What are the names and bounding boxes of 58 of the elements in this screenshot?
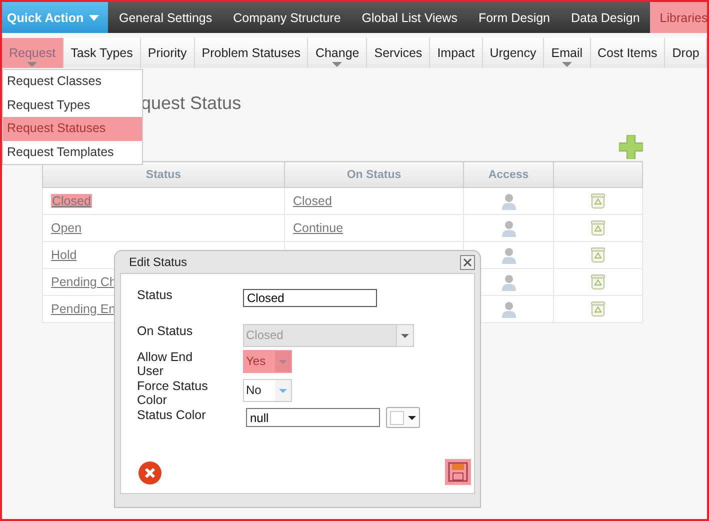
caret-icon	[88, 14, 99, 20]
user-icon[interactable]	[502, 220, 516, 236]
sub-nav-tab[interactable]: Cost Items	[590, 38, 666, 68]
trash-icon[interactable]	[591, 220, 605, 236]
sub-nav-tab[interactable]: Impact	[430, 38, 483, 68]
nav-tab[interactable]: Global List Views	[350, 2, 468, 33]
sub-nav-tab[interactable]: Drop	[665, 38, 707, 68]
sub-nav-tab[interactable]: Change	[308, 38, 368, 68]
on-status-link[interactable]: Continue	[293, 221, 344, 235]
menu-item[interactable]: Request Classes	[3, 70, 142, 94]
text-field[interactable]: Closed	[243, 289, 377, 307]
on-status-link[interactable]: Closed	[293, 194, 332, 208]
trash-icon[interactable]	[591, 274, 605, 290]
trash-icon[interactable]	[591, 247, 605, 263]
user-icon[interactable]	[502, 246, 516, 264]
trash-icon[interactable]	[591, 193, 605, 209]
sub-nav-tab[interactable]: Priority	[140, 38, 195, 68]
nav-tab[interactable]: Data Design	[560, 2, 650, 33]
add-icon[interactable]	[619, 135, 643, 159]
field-label: Status	[137, 288, 174, 302]
field-label: Allow End User	[137, 350, 194, 378]
status-link[interactable]: Hold	[51, 248, 77, 262]
color-picker-button[interactable]	[386, 407, 420, 428]
nav-tab[interactable]: Form Design	[467, 2, 560, 33]
nav-tab[interactable]: Company Structure	[222, 2, 351, 33]
sub-nav-tab[interactable]: Problem Statuses	[194, 38, 308, 68]
sub-nav-tab[interactable]: Urgency	[482, 38, 544, 68]
field-label: Force Status Color	[137, 379, 209, 407]
caret-icon	[27, 62, 38, 67]
caret-icon	[279, 360, 287, 364]
cancel-icon[interactable]	[138, 461, 162, 485]
caret-icon	[279, 388, 287, 392]
column-header: Access	[464, 162, 554, 188]
user-icon[interactable]	[502, 192, 516, 210]
sub-nav-tab[interactable]: Email	[544, 38, 591, 68]
caret-icon	[401, 334, 409, 338]
dialog-title: Edit Status	[129, 255, 188, 269]
page-title: quest Status	[141, 93, 242, 113]
color-field[interactable]: null	[246, 408, 380, 427]
nav-tab[interactable]: General Settings	[108, 2, 222, 33]
trash-icon[interactable]	[591, 301, 605, 317]
menu-item[interactable]: Request Templates	[3, 140, 142, 164]
caret-icon	[562, 62, 572, 67]
field-label: On Status	[137, 324, 194, 338]
field-label: Status Color	[137, 408, 207, 422]
user-icon[interactable]	[502, 274, 516, 290]
caret-icon	[408, 416, 416, 420]
dropdown-field[interactable]: No	[243, 379, 292, 402]
save-button[interactable]	[445, 459, 471, 485]
column-header: Status	[42, 162, 284, 188]
column-header: On Status	[284, 162, 464, 188]
caret-icon	[332, 62, 342, 67]
close-icon[interactable]	[460, 254, 475, 270]
user-icon[interactable]	[502, 300, 516, 318]
sub-nav-tab[interactable]: Services	[367, 38, 430, 68]
menu-item[interactable]: Request Types	[3, 94, 142, 117]
status-link[interactable]: Open	[51, 221, 82, 235]
sub-nav-tab[interactable]: Task Types	[64, 38, 141, 68]
